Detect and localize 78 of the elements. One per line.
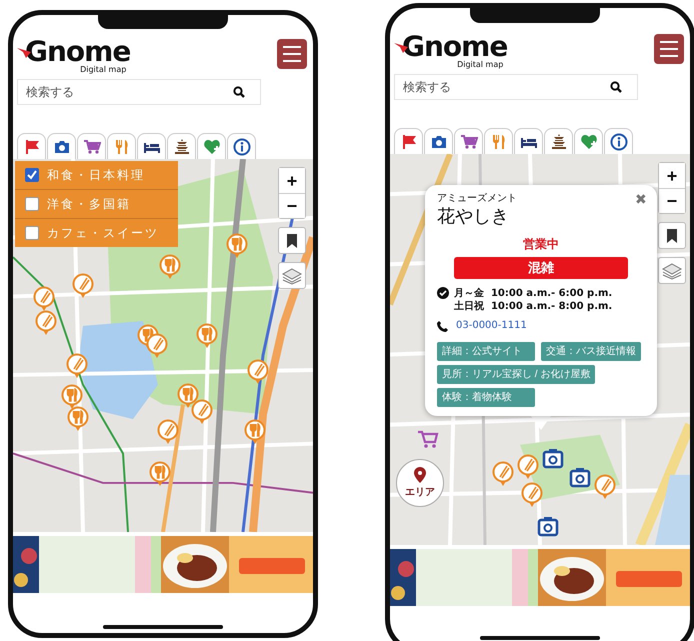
- opening-hours: 月～金 10:00 a.m.- 6:00 p.m.: [454, 287, 612, 300]
- category-tab[interactable]: [514, 128, 543, 154]
- fork-knife-marker-icon[interactable]: [61, 384, 83, 410]
- fork-knife-marker-icon[interactable]: [67, 406, 89, 432]
- category-tab[interactable]: [227, 133, 256, 159]
- pagoda-icon: [172, 138, 190, 156]
- logo-wordmark: Gnome: [25, 39, 130, 65]
- info-icon: [232, 138, 250, 156]
- logo-tagline: Digital map: [457, 60, 504, 69]
- phone-link[interactable]: 03-0000-1111: [456, 319, 527, 333]
- search-icon[interactable]: [233, 86, 245, 98]
- filter-option[interactable]: カフェ・スイーツ: [47, 224, 159, 242]
- zoom-out-button[interactable]: −: [659, 188, 685, 213]
- place-category: アミューズメント: [437, 193, 517, 205]
- fork-knife-marker-icon[interactable]: [149, 461, 171, 487]
- logo-tagline: Digital map: [80, 65, 126, 74]
- fork-knife-marker-icon[interactable]: [226, 233, 248, 259]
- crowd-button[interactable]: 混雑: [454, 257, 628, 279]
- place-title: 花やしき: [437, 205, 509, 229]
- chopsticks-marker-icon[interactable]: [594, 474, 616, 500]
- layers-icon: [282, 266, 302, 284]
- cart-icon: [82, 138, 100, 156]
- chopsticks-marker-icon[interactable]: [146, 333, 168, 359]
- category-tab[interactable]: [77, 133, 106, 159]
- category-tab[interactable]: [454, 128, 483, 154]
- category-tab[interactable]: [167, 133, 196, 159]
- category-tab[interactable]: [544, 128, 573, 154]
- chopsticks-marker-icon[interactable]: [492, 461, 514, 487]
- chopsticks-marker-icon[interactable]: [521, 482, 543, 508]
- chopsticks-marker-icon[interactable]: [72, 273, 94, 299]
- chopsticks-marker-icon[interactable]: [191, 399, 213, 425]
- info-link-button[interactable]: 詳細：公式サイト: [437, 342, 535, 361]
- close-button[interactable]: ✖: [635, 191, 647, 207]
- heart-plus-icon: [580, 132, 598, 150]
- heart-plus-icon: [202, 138, 220, 156]
- category-tab[interactable]: [137, 133, 166, 159]
- layers-button[interactable]: [658, 257, 686, 284]
- filter-option[interactable]: 和食・日本料理: [47, 166, 145, 184]
- logo-wordmark: Gnome: [402, 34, 508, 60]
- category-tab[interactable]: [604, 128, 633, 154]
- bookmark-button[interactable]: [658, 222, 686, 249]
- fork-knife-marker-icon[interactable]: [159, 254, 181, 280]
- menu-button[interactable]: [277, 39, 307, 69]
- pin-icon: [414, 467, 426, 483]
- cart-icon: [460, 132, 478, 150]
- open-status: 営業中: [522, 237, 560, 251]
- info-link-button[interactable]: 見所：リアル宝探し / お化け屋敷: [437, 365, 596, 384]
- phone-icon: [437, 320, 448, 332]
- chopsticks-marker-icon[interactable]: [33, 286, 55, 312]
- checkbox[interactable]: [25, 226, 39, 240]
- layers-icon: [662, 262, 682, 280]
- category-tab[interactable]: [47, 133, 76, 159]
- zoom-out-button[interactable]: −: [279, 193, 305, 218]
- bookmark-icon: [286, 234, 298, 248]
- layers-button[interactable]: [278, 262, 306, 289]
- filter-option[interactable]: 洋食・多国籍: [47, 196, 131, 212]
- fork-knife-marker-icon[interactable]: [196, 323, 218, 349]
- check-circle-icon: [437, 287, 449, 299]
- bookmark-icon: [666, 228, 678, 242]
- chopsticks-marker-icon[interactable]: [247, 359, 269, 385]
- chopsticks-marker-icon[interactable]: [157, 419, 179, 445]
- search-field[interactable]: 検索する: [17, 79, 261, 105]
- bookmark-button[interactable]: [278, 227, 306, 254]
- category-tab[interactable]: [424, 128, 453, 154]
- search-field[interactable]: 検索する: [394, 74, 638, 100]
- chopsticks-marker-icon[interactable]: [35, 310, 57, 336]
- search-icon[interactable]: [610, 81, 622, 93]
- menu-button[interactable]: [654, 34, 684, 64]
- chopsticks-marker-icon[interactable]: [66, 353, 88, 379]
- info-icon: [610, 132, 628, 150]
- info-link-button[interactable]: 体験：着物体験: [437, 388, 535, 407]
- checkbox[interactable]: [25, 168, 39, 182]
- chopsticks-marker-icon[interactable]: [517, 454, 539, 480]
- info-link-button[interactable]: 交通：バス接近情報: [541, 342, 641, 361]
- opening-hours: 土日祝 10:00 a.m.- 8:00 p.m.: [454, 300, 612, 313]
- checkbox[interactable]: [25, 197, 39, 211]
- fork-knife-marker-icon[interactable]: [244, 419, 266, 445]
- pagoda-icon: [550, 132, 568, 150]
